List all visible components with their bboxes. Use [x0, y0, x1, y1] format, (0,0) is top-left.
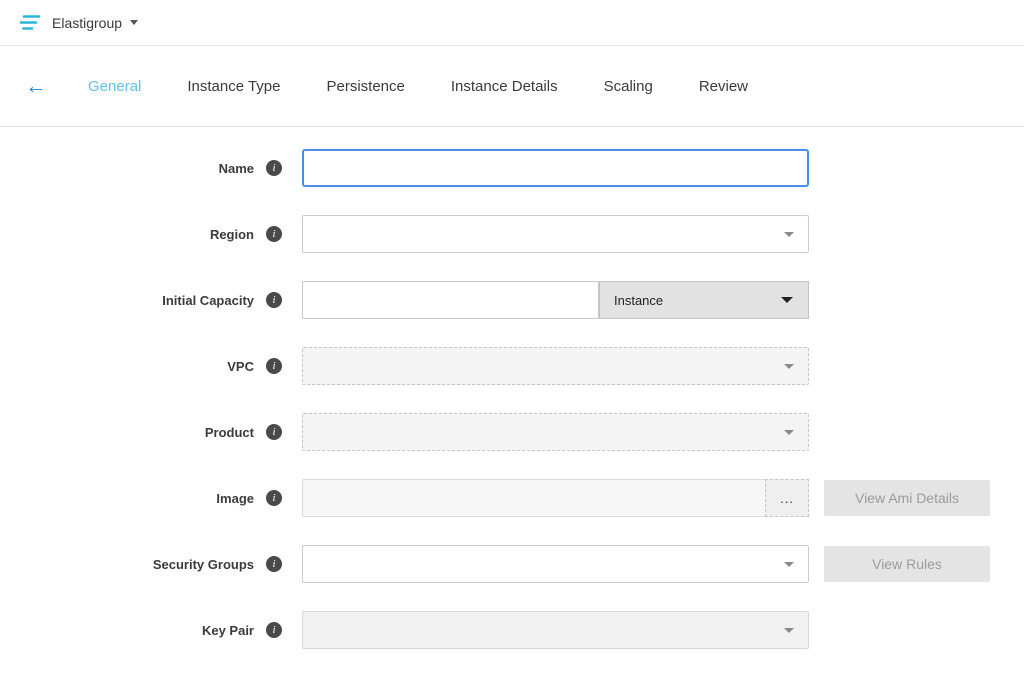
initial-capacity-label-wrap: Initial Capacity i	[0, 292, 282, 308]
image-label: Image	[216, 491, 254, 506]
image-field: ...	[302, 479, 809, 517]
top-bar: Elastigroup	[0, 0, 1024, 46]
product-select[interactable]	[302, 413, 809, 451]
form-row-security-groups: Security Groups i View Rules	[0, 545, 1024, 583]
name-label: Name	[219, 161, 254, 176]
security-groups-field	[302, 545, 809, 583]
vpc-field	[302, 347, 809, 385]
tab-instance-type[interactable]: Instance Type	[187, 78, 280, 95]
name-field	[302, 149, 809, 187]
info-icon[interactable]: i	[266, 358, 282, 374]
region-field	[302, 215, 809, 253]
form-row-initial-capacity: Initial Capacity i Instance	[0, 281, 1024, 319]
key-pair-field	[302, 611, 809, 649]
tab-persistence[interactable]: Persistence	[327, 78, 405, 95]
info-icon[interactable]: i	[266, 622, 282, 638]
security-groups-label: Security Groups	[153, 557, 254, 572]
image-label-wrap: Image i	[0, 490, 282, 506]
info-icon[interactable]: i	[266, 292, 282, 308]
general-form: Name i Region i Initial Capacity i Inst	[0, 127, 1024, 649]
product-label: Product	[205, 425, 254, 440]
wizard-tabs: General Instance Type Persistence Instan…	[88, 78, 794, 95]
tab-instance-details[interactable]: Instance Details	[451, 78, 558, 95]
security-groups-label-wrap: Security Groups i	[0, 556, 282, 572]
security-groups-select[interactable]	[302, 545, 809, 583]
chevron-down-icon	[784, 364, 794, 369]
name-label-wrap: Name i	[0, 160, 282, 176]
tab-review[interactable]: Review	[699, 78, 748, 95]
name-input[interactable]	[302, 149, 809, 187]
capacity-unit-value: Instance	[614, 293, 663, 308]
app-switcher[interactable]: Elastigroup	[52, 15, 138, 31]
region-label: Region	[210, 227, 254, 242]
form-row-key-pair: Key Pair i	[0, 611, 1024, 649]
initial-capacity-input[interactable]	[302, 281, 599, 319]
spot-logo-icon	[18, 13, 42, 33]
product-field	[302, 413, 809, 451]
app-name: Elastigroup	[52, 15, 122, 31]
key-pair-select[interactable]	[302, 611, 809, 649]
product-label-wrap: Product i	[0, 424, 282, 440]
form-row-product: Product i	[0, 413, 1024, 451]
view-ami-details-button[interactable]: View Ami Details	[824, 480, 990, 516]
image-browse-button[interactable]: ...	[765, 479, 809, 517]
chevron-down-icon	[784, 628, 794, 633]
info-icon[interactable]: i	[266, 490, 282, 506]
key-pair-label-wrap: Key Pair i	[0, 622, 282, 638]
info-icon[interactable]: i	[266, 424, 282, 440]
info-icon[interactable]: i	[266, 160, 282, 176]
vpc-label-wrap: VPC i	[0, 358, 282, 374]
key-pair-label: Key Pair	[202, 623, 254, 638]
chevron-down-icon	[130, 20, 138, 25]
initial-capacity-label: Initial Capacity	[162, 293, 254, 308]
chevron-down-icon	[784, 430, 794, 435]
chevron-down-icon	[781, 297, 793, 303]
info-icon[interactable]: i	[266, 556, 282, 572]
view-rules-button[interactable]: View Rules	[824, 546, 990, 582]
info-icon[interactable]: i	[266, 226, 282, 242]
form-row-name: Name i	[0, 149, 1024, 187]
region-label-wrap: Region i	[0, 226, 282, 242]
tab-scaling[interactable]: Scaling	[604, 78, 653, 95]
form-row-region: Region i	[0, 215, 1024, 253]
form-row-image: Image i ... View Ami Details	[0, 479, 1024, 517]
region-select[interactable]	[302, 215, 809, 253]
capacity-unit-select[interactable]: Instance	[599, 281, 809, 319]
tab-general[interactable]: General	[88, 78, 141, 95]
initial-capacity-field: Instance	[302, 281, 809, 319]
chevron-down-icon	[784, 562, 794, 567]
back-button[interactable]: ←	[20, 75, 52, 97]
chevron-down-icon	[784, 232, 794, 237]
image-input[interactable]	[302, 479, 765, 517]
vpc-select[interactable]	[302, 347, 809, 385]
wizard-nav: ← General Instance Type Persistence Inst…	[0, 46, 1024, 127]
vpc-label: VPC	[227, 359, 254, 374]
form-row-vpc: VPC i	[0, 347, 1024, 385]
